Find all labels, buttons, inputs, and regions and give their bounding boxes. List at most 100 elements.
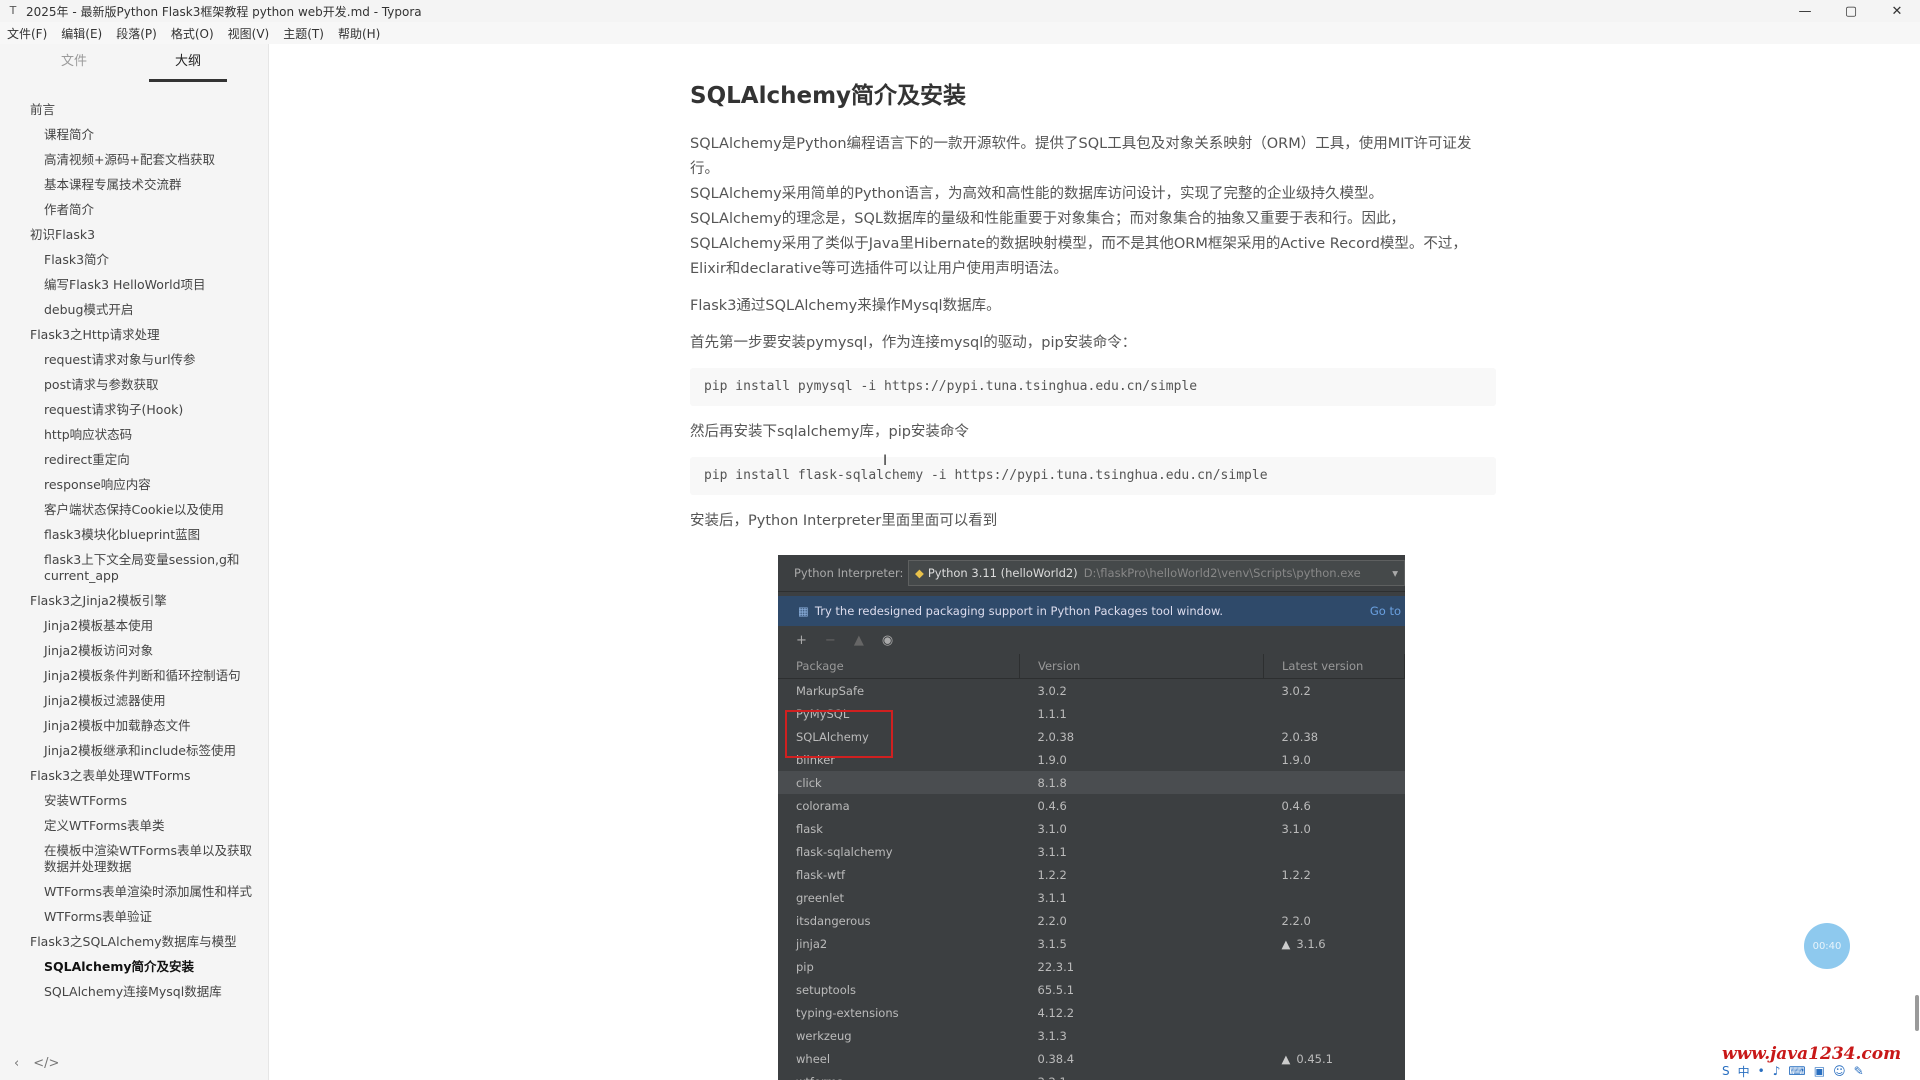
window-controls: — ▢ ✕	[1782, 0, 1920, 22]
sidebar-footer: ‹ </>	[0, 1046, 268, 1080]
outline-item[interactable]: 定义WTForms表单类	[0, 814, 268, 839]
outline-item[interactable]: WTForms表单验证	[0, 905, 268, 930]
tab-outline[interactable]: 大纲	[149, 44, 227, 82]
outline-item[interactable]: Jinja2模板中加载静态文件	[0, 714, 268, 739]
outline-item[interactable]: 安装WTForms	[0, 789, 268, 814]
package-latest-version	[1264, 1001, 1405, 1024]
notice-text: Try the redesigned packaging support in …	[814, 604, 1224, 618]
recording-timer-bubble[interactable]: 00:40	[1804, 923, 1850, 969]
outline-item[interactable]: flask3上下文全局变量session,g和current_app	[0, 548, 268, 589]
menu-view[interactable]: 视图(V)	[221, 25, 277, 42]
package-version: 2.0.38	[1037, 729, 1075, 744]
tray-icon[interactable]: ✎	[1854, 1064, 1864, 1078]
outline-item[interactable]: WTForms表单渲染时添加属性和样式	[0, 880, 268, 905]
tray-icon[interactable]: S	[1722, 1064, 1730, 1078]
outline-item[interactable]: flask3模块化blueprint蓝图	[0, 523, 268, 548]
package-latest-version	[1264, 840, 1405, 863]
upgrade-arrow-icon: ▲	[1281, 1051, 1291, 1066]
interpreter-row: Python Interpreter: ◆ Python 3.11 (hello…	[778, 555, 1405, 592]
menu-help[interactable]: 帮助(H)	[331, 25, 387, 42]
package-row: setuptools 65.5.1	[778, 978, 1405, 1001]
package-name: flask-sqlalchemy	[796, 844, 893, 859]
tray-icon[interactable]: •	[1758, 1064, 1765, 1078]
outline-item[interactable]: Jinja2模板条件判断和循环控制语句	[0, 664, 268, 689]
remove-package-icon: −	[824, 632, 836, 648]
outline-item[interactable]: debug模式开启	[0, 298, 268, 323]
outline-item[interactable]: Jinja2模板基本使用	[0, 614, 268, 639]
latest-version-text: 3.1.6	[1296, 936, 1326, 951]
scrollbar-thumb[interactable]	[1915, 995, 1919, 1031]
outline-item[interactable]: redirect重定向	[0, 448, 268, 473]
outline-item[interactable]: Flask3之Jinja2模板引擎	[0, 589, 268, 614]
outline-item[interactable]: Jinja2模板访问对象	[0, 639, 268, 664]
latest-version-text: 2.2.0	[1281, 913, 1311, 928]
outline-list: 前言 课程简介 高清视频+源码+配套文档获取 基本课程专属技术交流群 作者简介 初识Fla…	[0, 90, 268, 1005]
add-package-icon: +	[796, 632, 807, 648]
outline-item[interactable]: 作者简介	[0, 198, 268, 223]
interpreter-path: D:\flaskPro\helloWorld2\venv\Scripts\pyt…	[1083, 566, 1361, 580]
outline-item[interactable]: Jinja2模板过滤器使用	[0, 689, 268, 714]
package-latest-version	[1264, 702, 1405, 725]
outline-item[interactable]: 课程简介	[0, 123, 268, 148]
section-heading: SQLAlchemy简介及安装	[690, 83, 967, 109]
document-content[interactable]: SQLAlchemy简介及安装 SQLAlchemy是Python编程语言下的一…	[690, 60, 1496, 546]
outline-item[interactable]: 编写Flask3 HelloWorld项目	[0, 273, 268, 298]
typora-app-icon: T	[9, 4, 17, 17]
tray-icon[interactable]: ♪	[1773, 1064, 1781, 1078]
highlight-box	[785, 710, 893, 758]
outline-item[interactable]: SQLAlchemy连接Mysql数据库	[0, 980, 268, 1005]
menu-paragraph[interactable]: 段落(P)	[109, 25, 164, 42]
latest-version-text: 2.0.38	[1281, 729, 1319, 744]
outline-item[interactable]: request请求对象与url传参	[0, 348, 268, 373]
close-button[interactable]: ✕	[1874, 0, 1920, 22]
outline-item[interactable]: Jinja2模板继承和include标签使用	[0, 739, 268, 764]
outline-item[interactable]: 高清视频+源码+配套文档获取	[0, 148, 268, 173]
package-latest-version: 2.2.0	[1264, 909, 1405, 932]
outline-item[interactable]: http响应状态码	[0, 423, 268, 448]
package-name: itsdangerous	[796, 913, 871, 928]
package-row: flask-wtf 1.2.2 1.2.2	[778, 863, 1405, 886]
package-version: 3.1.3	[1037, 1028, 1067, 1043]
show-details-icon: ◉	[881, 632, 894, 648]
package-latest-version: 2.0.38	[1264, 725, 1405, 748]
tray-icon[interactable]: ☺	[1833, 1064, 1846, 1078]
outline-item[interactable]: 客户端状态保持Cookie以及使用	[0, 498, 268, 523]
outline-item[interactable]: SQLAlchemy简介及安装	[0, 955, 268, 980]
menu-edit[interactable]: 编辑(E)	[54, 25, 109, 42]
menu-format[interactable]: 格式(O)	[164, 25, 221, 42]
menu-theme[interactable]: 主题(T)	[276, 25, 331, 42]
source-code-mode-icon[interactable]: </>	[33, 1056, 59, 1071]
outline-item[interactable]: Flask3之表单处理WTForms	[0, 764, 268, 789]
outline-item[interactable]: request请求钩子(Hook)	[0, 398, 268, 423]
package-name: jinja2	[796, 936, 828, 951]
outline-item[interactable]: post请求与参数获取	[0, 373, 268, 398]
watermark: www.java1234.com	[1722, 1044, 1902, 1064]
outline-item[interactable]: response响应内容	[0, 473, 268, 498]
notice-link: Go to	[1369, 604, 1401, 618]
outline-item[interactable]: 基本课程专属技术交流群	[0, 173, 268, 198]
code-block-flask-sqlalchemy[interactable]: pip install flask-sqlalchemy -i https://…	[690, 457, 1496, 495]
latest-version-text: 1.2.2	[1281, 867, 1311, 882]
packages-icon: ▦	[798, 604, 809, 618]
tray-icon[interactable]: ⌨	[1788, 1064, 1805, 1078]
paragraph-install-pymysql: 首先第一步要安装pymysql，作为连接mysql的驱动，pip安装命令：	[690, 335, 1137, 351]
package-row: greenlet 3.1.1	[778, 886, 1405, 909]
maximize-button[interactable]: ▢	[1828, 0, 1874, 22]
menu-file[interactable]: 文件(F)	[0, 25, 54, 42]
minimize-button[interactable]: —	[1782, 0, 1828, 22]
intro-line: SQLAlchemy是Python编程语言下的一款开源软件。提供了SQL工具包及…	[690, 136, 1472, 177]
tray-icon[interactable]: ▣	[1814, 1064, 1825, 1078]
tab-files[interactable]: 文件	[35, 44, 113, 90]
outline-item[interactable]: 在模板中渲染WTForms表单以及获取数据并处理数据	[0, 839, 268, 880]
tray-icon[interactable]: 中	[1738, 1063, 1750, 1080]
outline-item[interactable]: Flask3简介	[0, 248, 268, 273]
collapse-sidebar-icon[interactable]: ‹	[14, 1056, 19, 1071]
outline-item[interactable]: 初识Flask3	[0, 223, 268, 248]
code-block-pymysql[interactable]: pip install pymysql -i https://pypi.tuna…	[690, 368, 1496, 406]
outline-item[interactable]: Flask3之Http请求处理	[0, 323, 268, 348]
outline-item[interactable]: 前言	[0, 98, 268, 123]
package-row: flask-sqlalchemy 3.1.1	[778, 840, 1405, 863]
package-name: typing-extensions	[796, 1005, 899, 1020]
outline-item[interactable]: Flask3之SQLAlchemy数据库与模型	[0, 930, 268, 955]
package-version: 2.2.0	[1037, 913, 1067, 928]
